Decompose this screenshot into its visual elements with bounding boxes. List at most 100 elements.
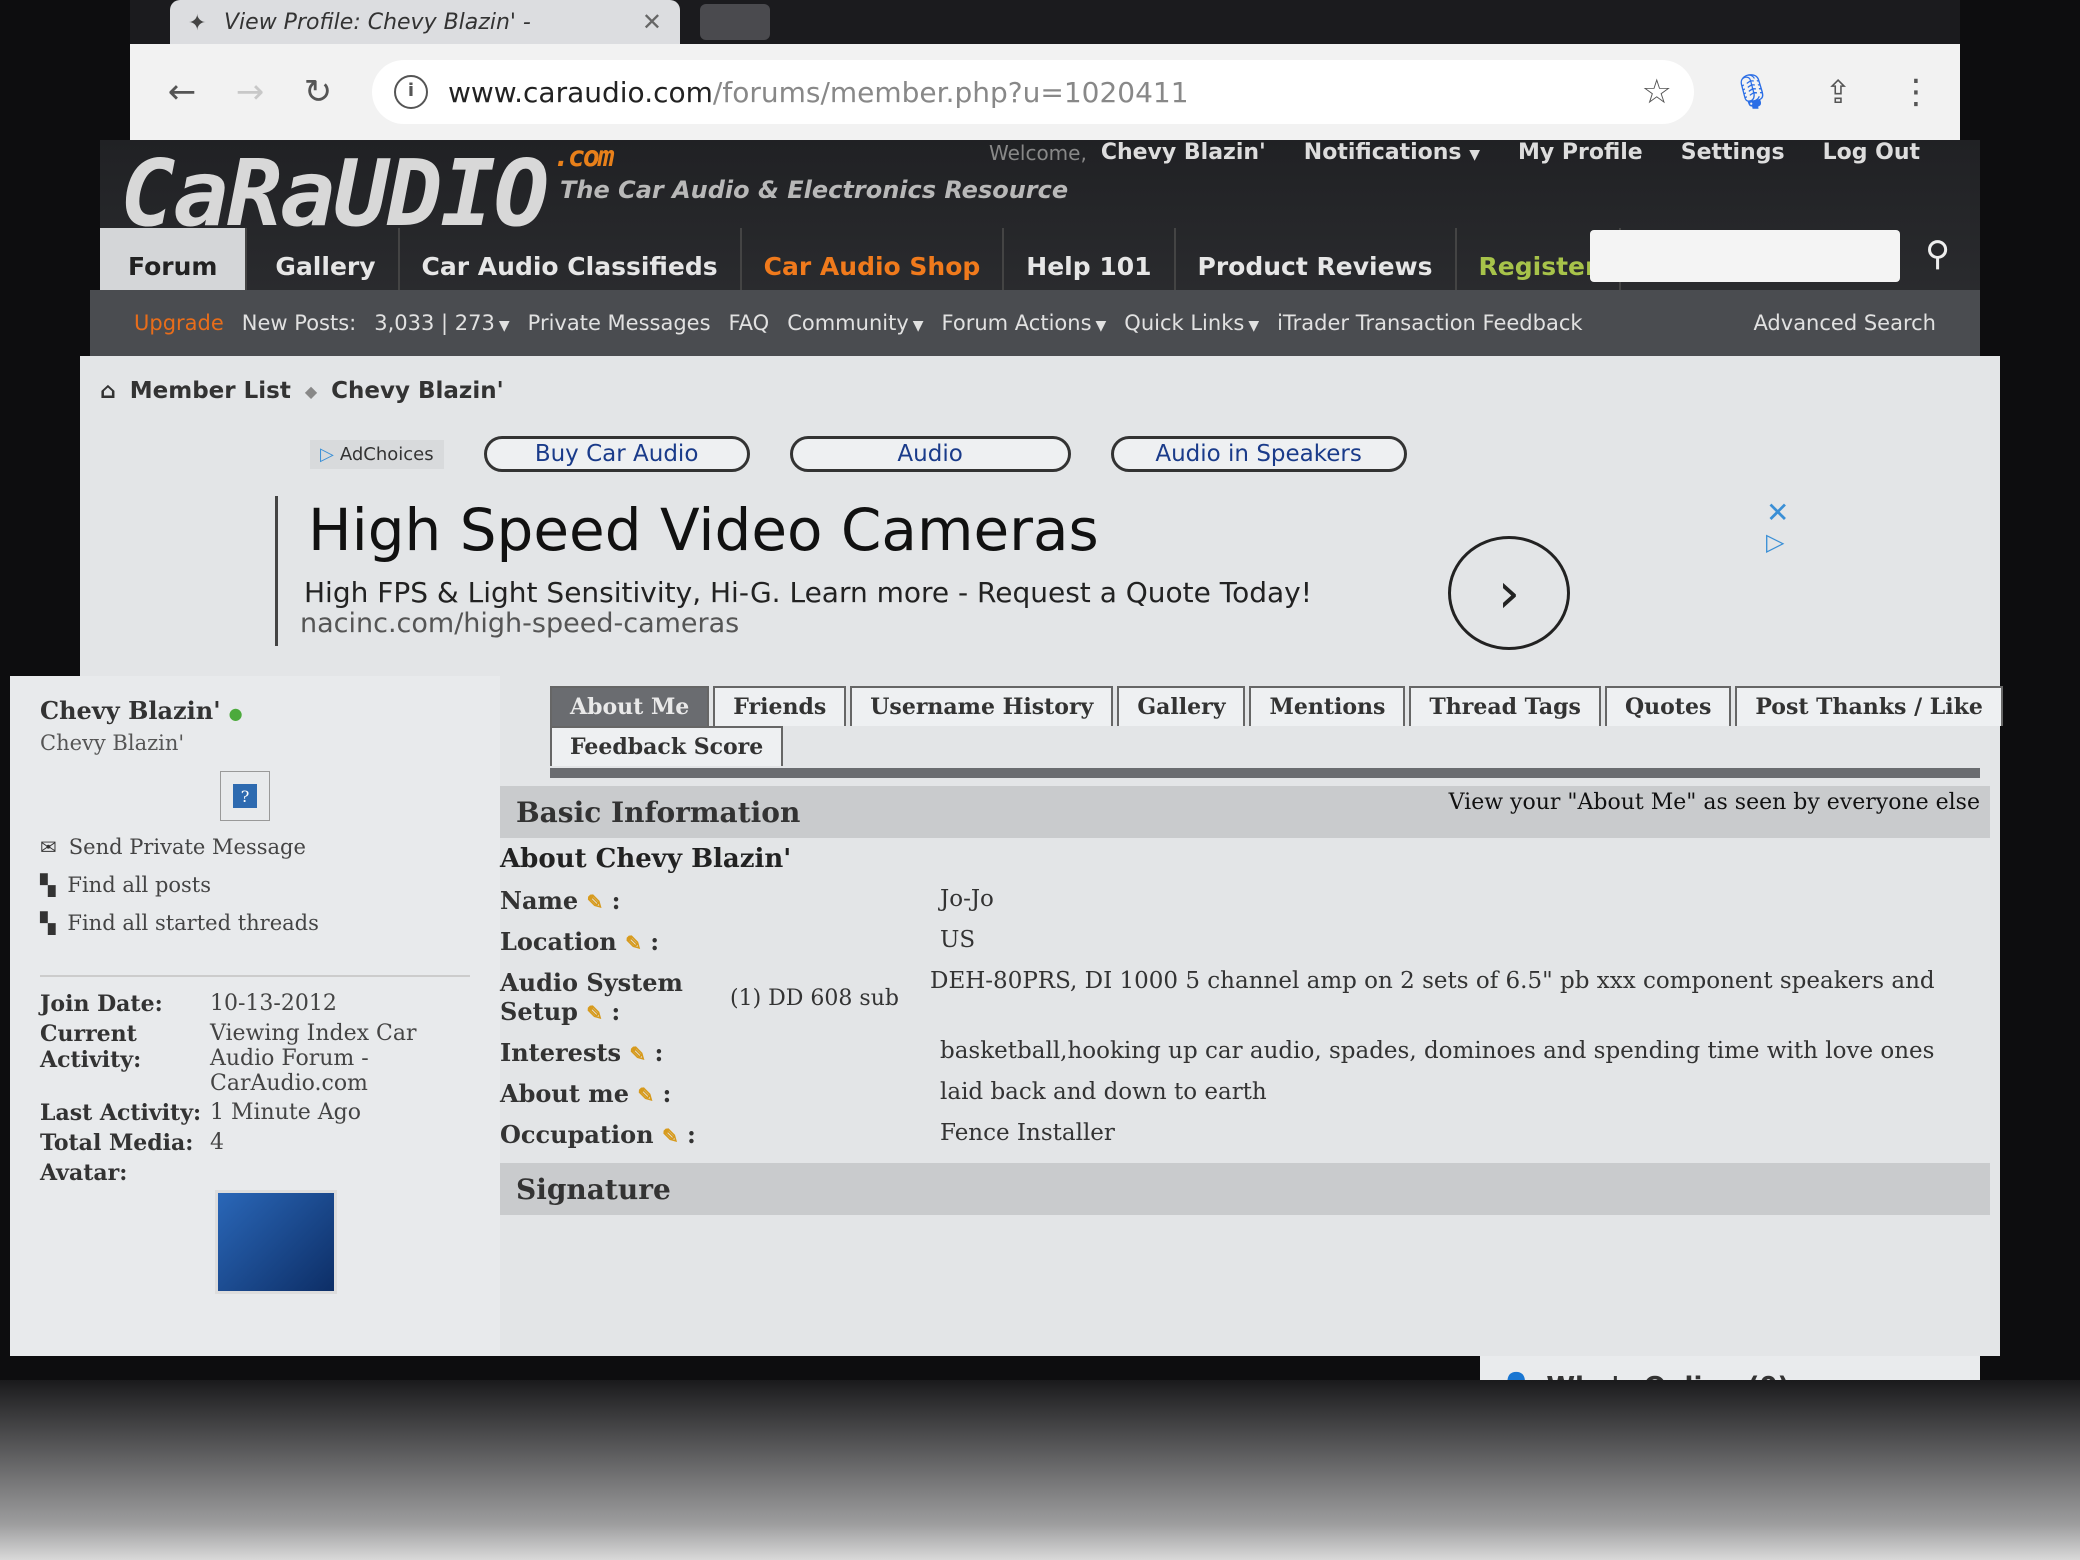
my-profile-link[interactable]: My Profile: [1518, 140, 1643, 165]
breadcrumb: ⌂ Member List ◆ Chevy Blazin': [100, 378, 504, 404]
adchoices-play-icon[interactable]: ▷: [1766, 528, 1784, 556]
field-label: Name ✎ :: [500, 886, 621, 915]
pencil-icon[interactable]: ✎: [625, 931, 642, 955]
address-bar[interactable]: i www.caraudio.com/forums/member.php?u=1…: [372, 60, 1694, 124]
pencil-icon[interactable]: ✎: [662, 1124, 679, 1148]
quick-links-menu[interactable]: Quick Links ▼: [1124, 311, 1259, 335]
community-menu[interactable]: Community ▼: [787, 311, 923, 335]
new-posts-link[interactable]: 3,033 | 273 ▼: [374, 311, 509, 335]
member-name: Chevy Blazin' ●: [40, 696, 470, 725]
pencil-icon[interactable]: ✎: [587, 890, 604, 914]
breadcrumb-member-list[interactable]: Member List: [130, 378, 291, 404]
tab-feedback-score[interactable]: Feedback Score: [550, 726, 784, 766]
tabs-divider: [550, 768, 1980, 778]
field-label-text: Interests: [500, 1038, 622, 1067]
member-stats: Join Date: 10-13-2012 Current Activity: Vi…: [40, 975, 470, 1294]
signature-header: Signature: [500, 1163, 1990, 1215]
tab-friends[interactable]: Friends: [713, 686, 847, 726]
itrader-link[interactable]: iTrader Transaction Feedback: [1277, 311, 1582, 335]
ad-url[interactable]: nacinc.com/high-speed-cameras: [300, 608, 739, 639]
ad-description: High FPS & Light Sensitivity, Hi-G. Lear…: [304, 576, 1312, 609]
chevron-down-icon: ▼: [498, 318, 510, 334]
faq-link[interactable]: FAQ: [729, 311, 770, 335]
logout-link[interactable]: Log Out: [1823, 140, 1920, 165]
chevron-down-icon: ▼: [912, 318, 924, 334]
share-icon[interactable]: ⇪: [1810, 64, 1866, 120]
pencil-icon[interactable]: ✎: [586, 1001, 603, 1025]
field-label: Interests ✎ :: [500, 1038, 664, 1067]
back-arrow-icon[interactable]: ←: [154, 64, 210, 120]
username-link[interactable]: Chevy Blazin': [1101, 140, 1266, 165]
ad-banner[interactable]: High Speed Video Cameras High FPS & Ligh…: [275, 496, 1808, 650]
upgrade-link[interactable]: Upgrade: [134, 311, 224, 335]
browser-menu-icon[interactable]: ⋮: [1896, 64, 1936, 120]
search-icon[interactable]: ⚲: [1925, 234, 1950, 274]
tab-thread-tags[interactable]: Thread Tags: [1409, 686, 1601, 726]
settings-link[interactable]: Settings: [1681, 140, 1785, 165]
field-label-text: Name: [500, 886, 579, 915]
search-input[interactable]: [1590, 230, 1900, 282]
find-threads-link[interactable]: ▚ Find all started threads: [40, 911, 470, 935]
stat-label: Current Activity:: [40, 1021, 142, 1073]
field-spacer: [730, 1079, 850, 1097]
adchoices-link[interactable]: ▷ AdChoices: [310, 439, 444, 469]
tab-gallery[interactable]: Gallery: [1117, 686, 1246, 726]
envelope-icon: ✉: [40, 835, 57, 859]
field-value: Fence Installer: [940, 1120, 1115, 1146]
info-icon[interactable]: i: [394, 75, 428, 109]
close-icon[interactable]: ✕: [642, 8, 662, 36]
online-status-icon: ●: [228, 704, 243, 723]
tab-quotes[interactable]: Quotes: [1604, 686, 1732, 726]
ad-title[interactable]: High Speed Video Cameras: [308, 496, 1099, 564]
notifications-link[interactable]: Notifications ▼: [1304, 140, 1480, 165]
send-pm-link[interactable]: ✉ Send Private Message: [40, 835, 470, 859]
new-posts-value: 3,033 | 273: [374, 311, 495, 335]
close-icon[interactable]: ✕: [1766, 496, 1789, 529]
ad-link-buy-car-audio[interactable]: Buy Car Audio: [483, 436, 750, 472]
member-name-text: Chevy Blazin': [40, 696, 221, 725]
new-tab-button[interactable]: [700, 4, 770, 40]
send-pm-label: Send Private Message: [68, 835, 306, 859]
browser-tab[interactable]: ✦ View Profile: Chevy Blazin' - ✕: [170, 0, 680, 44]
home-icon[interactable]: ⌂: [100, 379, 116, 404]
find-posts-link[interactable]: ▚ Find all posts: [40, 873, 470, 897]
avatar[interactable]: [215, 1190, 337, 1294]
chevron-down-icon: ▼: [1248, 318, 1260, 334]
question-icon: ?: [233, 784, 257, 808]
pencil-icon[interactable]: ✎: [629, 1042, 646, 1066]
new-posts-label: New Posts:: [241, 311, 357, 335]
forum-actions-menu[interactable]: Forum Actions ▼: [942, 311, 1107, 335]
field-name: Name ✎ : Jo-Jo: [500, 886, 1990, 915]
ad-link-audio-in-speakers[interactable]: Audio in Speakers: [1110, 436, 1407, 472]
microphone-icon[interactable]: 🎙: [1724, 64, 1780, 120]
about-me-content: Basic Information View your "About Me" a…: [500, 786, 1990, 1215]
forward-arrow-icon[interactable]: →: [222, 64, 278, 120]
breadcrumb-current: Chevy Blazin': [331, 378, 504, 404]
tab-mentions[interactable]: Mentions: [1249, 686, 1406, 726]
avatar-placeholder: ?: [220, 771, 270, 821]
private-messages-link[interactable]: Private Messages: [528, 311, 711, 335]
profile-sidebar: Chevy Blazin' ● Chevy Blazin' ? ✉ Send Pri…: [10, 676, 500, 1356]
stat-value: 4: [210, 1130, 224, 1155]
tab-username-history[interactable]: Username History: [850, 686, 1114, 726]
threads-icon: ▚: [40, 911, 56, 935]
view-as-others-link[interactable]: View your "About Me" as seen by everyone…: [1449, 790, 1980, 815]
advanced-search-link[interactable]: Advanced Search: [1753, 311, 1936, 335]
field-value: laid back and down to earth: [940, 1079, 1267, 1105]
field-value: DEH-80PRS, DI 1000 5 channel amp on 2 se…: [930, 968, 1935, 994]
field-label-text: Occupation: [500, 1120, 654, 1149]
stat-value: 10-13-2012: [210, 991, 337, 1016]
stat-label: Join Date:: [40, 991, 163, 1017]
field-spacer: [730, 1038, 850, 1056]
field-value: Jo-Jo: [940, 886, 994, 912]
tab-about-me[interactable]: About Me: [550, 686, 710, 726]
chevron-right-icon[interactable]: ›: [1448, 536, 1570, 650]
ad-link-audio[interactable]: Audio: [789, 436, 1071, 472]
bookmark-star-icon[interactable]: ☆: [1642, 72, 1672, 112]
tab-post-thanks[interactable]: Post Thanks / Like: [1735, 686, 2003, 726]
page-content: ⌂ Member List ◆ Chevy Blazin' ▷ AdChoices…: [10, 356, 2003, 1418]
member-title: Chevy Blazin': [40, 731, 185, 755]
pencil-icon[interactable]: ✎: [637, 1083, 654, 1107]
reload-icon[interactable]: ↻: [290, 64, 346, 120]
find-threads-label: Find all started threads: [67, 911, 319, 935]
